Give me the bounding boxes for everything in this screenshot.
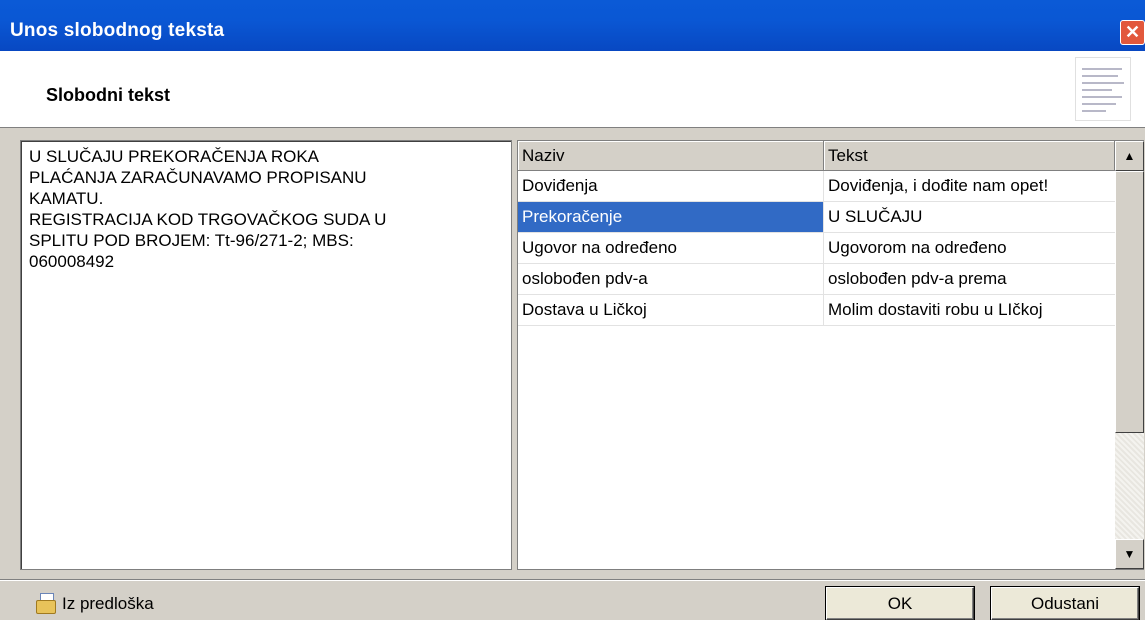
column-header-tekst[interactable]: Tekst — [824, 141, 1115, 171]
scrollbar-thumb[interactable] — [1115, 171, 1144, 433]
scroll-down-button[interactable]: ▼ — [1115, 539, 1144, 569]
templates-grid[interactable]: Naziv Tekst Doviđenja Doviđenja, i dođit… — [517, 140, 1144, 570]
footer-divider — [0, 579, 1145, 580]
ok-button[interactable]: OK — [826, 587, 974, 620]
close-button[interactable]: ✕ — [1120, 20, 1145, 45]
window-title: Unos slobodnog teksta — [10, 20, 225, 41]
cell-tekst: oslobođen pdv-a prema — [828, 269, 1007, 288]
title-bar[interactable]: Unos slobodnog teksta ✕ — [0, 0, 1145, 51]
folder-document-icon — [36, 593, 56, 615]
free-text-input[interactable]: U SLUČAJU PREKORAČENJA ROKA PLAĆANJA ZAR… — [20, 140, 512, 570]
cell-tekst: U SLUČAJU — [828, 207, 923, 226]
cell-tekst: Ugovorom na određeno — [828, 238, 1007, 257]
from-template-label: Iz predloška — [62, 594, 154, 613]
cell-tekst: Doviđenja, i dođite nam opet! — [828, 176, 1049, 195]
from-template-button[interactable]: Iz predloška — [36, 592, 154, 616]
table-row-selected[interactable]: Prekoračenje U SLUČAJU — [518, 202, 1115, 233]
vertical-scrollbar[interactable]: ▲ ▼ — [1115, 141, 1144, 569]
table-row[interactable]: oslobođen pdv-a oslobođen pdv-a prema — [518, 264, 1115, 295]
cell-naziv: Prekoračenje — [518, 202, 824, 232]
cancel-button[interactable]: Odustani — [991, 587, 1139, 620]
arrow-down-icon: ▼ — [1123, 547, 1136, 561]
close-icon: ✕ — [1124, 22, 1141, 42]
cell-naziv: Dostava u Ličkoj — [518, 295, 824, 325]
cell-naziv: Doviđenja — [518, 171, 824, 201]
column-header-naziv[interactable]: Naziv — [518, 141, 824, 171]
table-row[interactable]: Dostava u Ličkoj Molim dostaviti robu u … — [518, 295, 1115, 326]
table-row[interactable]: Doviđenja Doviđenja, i dođite nam opet! — [518, 171, 1115, 202]
cell-naziv: oslobođen pdv-a — [518, 264, 824, 294]
header-panel: Slobodni tekst — [0, 51, 1145, 128]
grid-rows: Doviđenja Doviđenja, i dođite nam opet! … — [518, 171, 1115, 326]
page-title: Slobodni tekst — [46, 85, 171, 105]
scroll-up-button[interactable]: ▲ — [1115, 141, 1144, 171]
grid-header: Naziv Tekst — [518, 141, 1115, 171]
list-document-icon — [1075, 57, 1131, 121]
table-row[interactable]: Ugovor na određeno Ugovorom na određeno — [518, 233, 1115, 264]
arrow-up-icon: ▲ — [1123, 149, 1136, 163]
cell-tekst: Molim dostaviti robu u LIčkoj — [828, 300, 1043, 319]
cell-naziv: Ugovor na određeno — [518, 233, 824, 263]
